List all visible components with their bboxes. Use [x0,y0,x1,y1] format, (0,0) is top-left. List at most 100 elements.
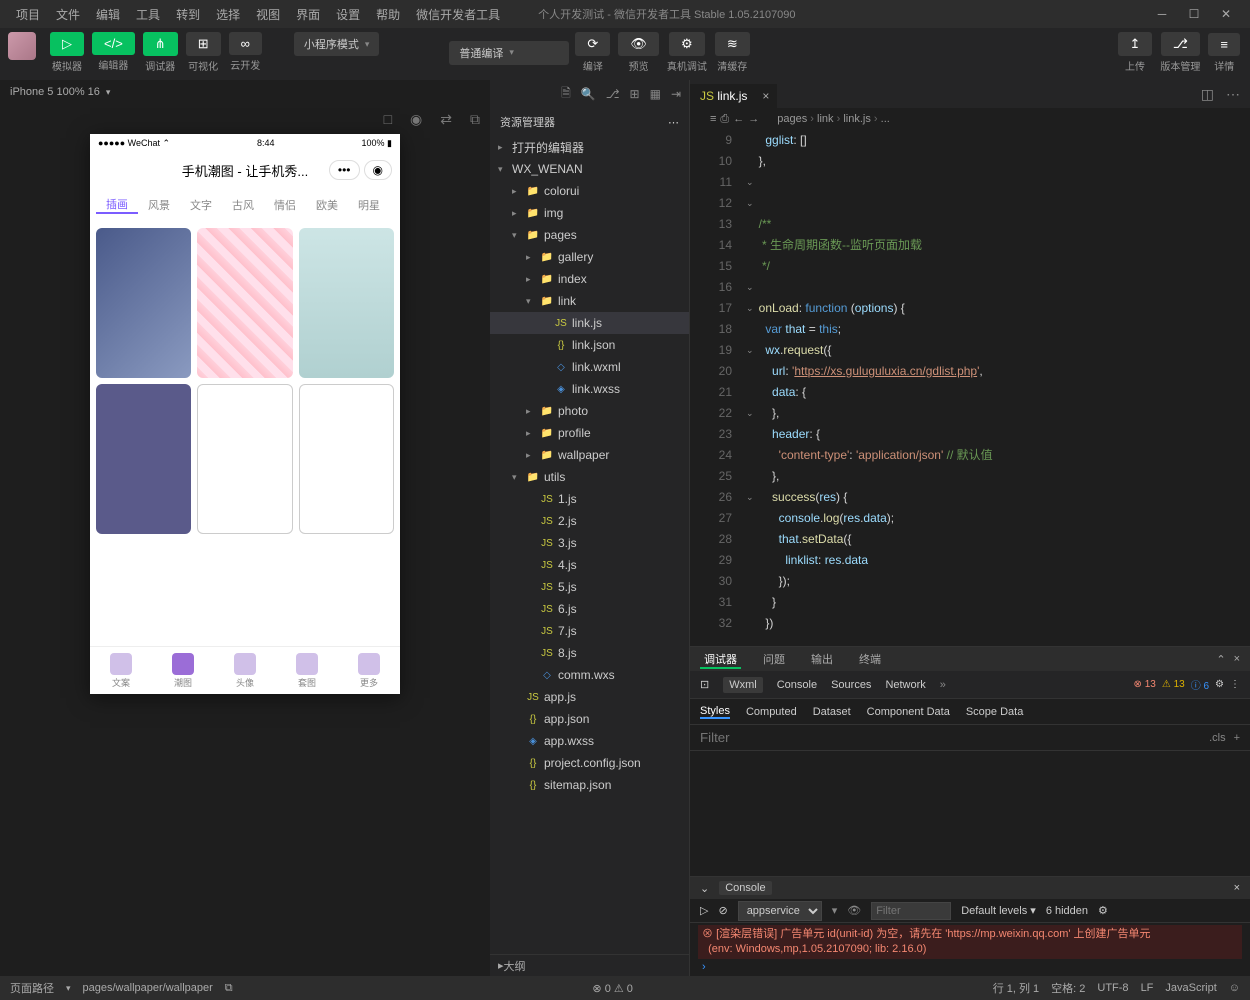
wallpaper-item[interactable] [299,384,394,534]
menu-item[interactable]: 编辑 [88,6,128,23]
tree-node[interactable]: ◈app.wxss [490,730,689,752]
menu-item[interactable]: 微信开发者工具 [408,6,508,23]
debugger-tab[interactable]: 问题 [759,649,789,669]
action-button[interactable]: ≡ [1208,33,1240,56]
menu-item[interactable]: 文件 [48,6,88,23]
tree-node[interactable]: ▸📁img [490,202,689,224]
nav-fwd-icon[interactable]: → [748,113,759,125]
console-tab[interactable]: Console [719,881,771,895]
editor-tab[interactable]: JS link.js × [690,84,778,108]
nav-item[interactable]: 头像 [214,647,276,694]
tree-node[interactable]: ▾📁pages [490,224,689,246]
chevron-icon[interactable]: ⌃ [1216,653,1225,666]
toolbar-button[interactable]: ⊞ [186,32,221,56]
indent[interactable]: 空格: 2 [1051,980,1085,996]
category-tab[interactable]: 明星 [348,197,390,213]
compile-mode-select[interactable]: 小程序模式 [294,32,380,56]
devtool-tab[interactable]: Wxml [723,677,763,693]
action-button[interactable]: ≋ [715,32,750,56]
devtool-tab[interactable]: Console [777,679,817,691]
tree-node[interactable]: ▸📁colorui [490,180,689,202]
tree-node[interactable]: JS3.js [490,532,689,554]
menu-item[interactable]: 项目 [8,6,48,23]
nav-item[interactable]: 文案 [90,647,152,694]
more-icon[interactable]: ⋮ [1230,679,1240,690]
more-icon[interactable]: » [940,679,946,691]
tree-node[interactable]: ▸📁gallery [490,246,689,268]
category-tab[interactable]: 情侣 [264,197,306,213]
tree-node[interactable]: ▾WX_WENAN [490,158,689,180]
action-button[interactable]: ⟳ [575,32,610,56]
wallpaper-item[interactable] [96,228,191,378]
action-button[interactable]: ⚙ [669,32,705,56]
close-tab-icon[interactable]: × [762,89,769,103]
console-clear-icon[interactable]: ⊘ [718,904,727,917]
console-prompt[interactable]: › [698,959,1242,975]
debugger-tab[interactable]: 输出 [807,649,837,669]
nav-item[interactable]: 套图 [276,647,338,694]
debugger-tab[interactable]: 终端 [855,649,885,669]
sim-tool-icon[interactable]: ⇄ [440,111,452,128]
grid-icon[interactable]: ⊞ [630,87,640,101]
style-tab[interactable]: Scope Data [966,706,1023,718]
breadcrumb[interactable]: ≡ ⎙ ← → pages › link › link.js › ... [690,108,1250,130]
category-tab[interactable]: 插画 [96,196,138,214]
settings-icon[interactable]: ⚙ [1215,679,1224,690]
tree-node[interactable]: JS2.js [490,510,689,532]
levels-select[interactable]: Default levels ▾ [961,904,1036,917]
compile-type-select[interactable]: 普通编译 [449,41,569,65]
tree-node[interactable]: {}sitemap.json [490,774,689,796]
tree-node[interactable]: ▾📁utils [490,466,689,488]
toolbar-button[interactable]: ⋔ [143,32,178,56]
tree-node[interactable]: JSlink.js [490,312,689,334]
category-tab[interactable]: 文字 [180,197,222,213]
tree-node[interactable]: {}app.json [490,708,689,730]
cursor-pos[interactable]: 行 1, 列 1 [993,980,1039,996]
wallpaper-item[interactable] [96,384,191,534]
page-path[interactable]: pages/wallpaper/wallpaper [83,982,213,994]
bookmark-icon[interactable]: ⎙ [720,113,729,126]
capsule-close[interactable]: ◉ [364,160,392,180]
toolbar-list-icon[interactable]: ≡ [710,113,716,125]
category-tab[interactable]: 欧美 [306,197,348,213]
tree-node[interactable]: JS8.js [490,642,689,664]
sim-tool-icon[interactable]: ⧉ [470,111,480,128]
devtool-tab[interactable]: Sources [831,679,871,691]
action-button[interactable]: ⎇ [1161,32,1200,56]
eol[interactable]: LF [1141,982,1154,994]
tree-node[interactable]: ▸📁index [490,268,689,290]
lang-mode[interactable]: JavaScript [1165,982,1216,994]
nav-item[interactable]: 更多 [338,647,400,694]
tree-node[interactable]: {}link.json [490,334,689,356]
menu-item[interactable]: 视图 [248,6,288,23]
avatar[interactable] [8,32,36,60]
console-chevron-icon[interactable]: ⌄ [700,882,709,895]
wallpaper-item[interactable] [299,228,394,378]
menu-item[interactable]: 帮助 [368,6,408,23]
tree-node[interactable]: ▸打开的编辑器 [490,136,689,158]
tree-node[interactable]: ◈link.wxss [490,378,689,400]
settings-icon[interactable]: ⚙ [1098,904,1108,917]
copy-icon[interactable]: ⧉ [225,982,233,995]
context-select[interactable]: appservice [738,901,822,921]
box-icon[interactable]: ▦ [650,87,661,101]
tree-node[interactable]: ◇comm.wxs [490,664,689,686]
menu-item[interactable]: 界面 [288,6,328,23]
tree-node[interactable]: ▸📁wallpaper [490,444,689,466]
toolbar-button[interactable]: ▷ [50,32,84,56]
menu-item[interactable]: 选择 [208,6,248,23]
nav-item[interactable]: 潮图 [152,647,214,694]
category-tab[interactable]: 古风 [222,197,264,213]
menu-item[interactable]: 设置 [328,6,368,23]
split-icon[interactable]: ◫ [1201,86,1214,103]
problems[interactable]: ⊗ 0 ⚠ 0 [592,982,633,995]
wallpaper-item[interactable] [197,228,292,378]
search-icon[interactable]: 🔍 [581,87,596,101]
console-close-icon[interactable]: × [1234,882,1240,894]
action-button[interactable]: 👁 [618,32,659,56]
styles-filter-input[interactable] [700,730,1209,745]
minimize-button[interactable]: ─ [1146,4,1178,24]
branch-icon[interactable]: ⎇ [606,87,620,101]
close-panel-icon[interactable]: × [1234,653,1240,666]
menu-item[interactable]: 工具 [128,6,168,23]
